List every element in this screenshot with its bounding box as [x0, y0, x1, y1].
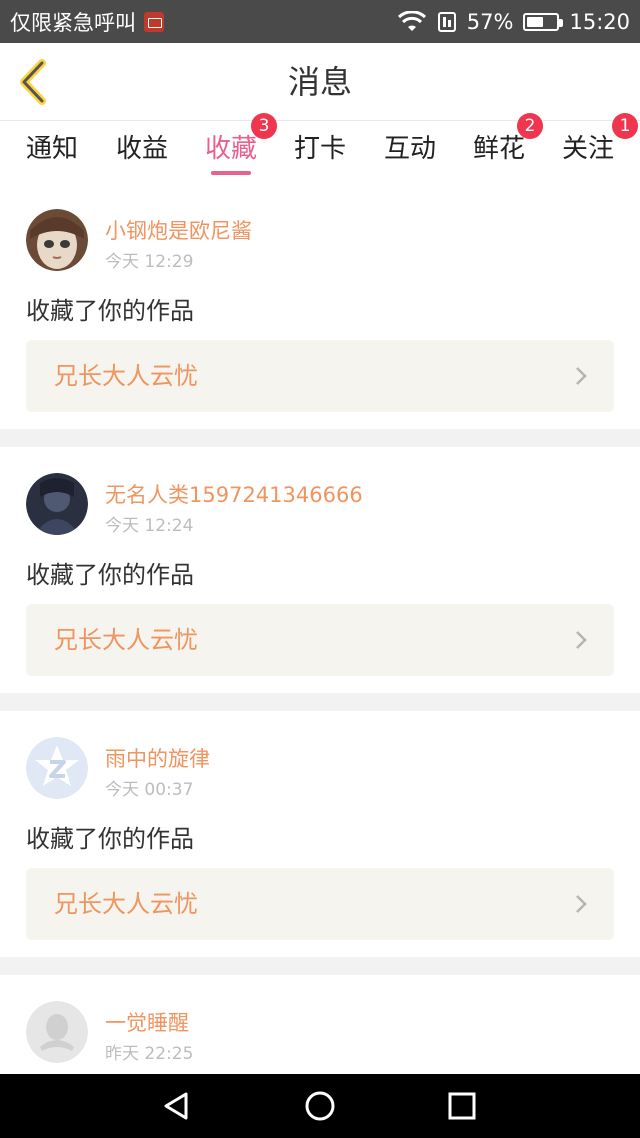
- back-triangle-icon[interactable]: [160, 1090, 192, 1122]
- username[interactable]: 一觉睡醒: [105, 1007, 189, 1037]
- tab-earnings[interactable]: 收益: [114, 121, 170, 183]
- tab-label: 收益: [115, 134, 168, 164]
- tab-favorites[interactable]: 收藏 3: [203, 113, 277, 183]
- username[interactable]: 雨中的旋律: [105, 743, 210, 773]
- chevron-right-icon: [576, 367, 587, 385]
- list-item: 无名人类1597241346666 今天 12:24 收藏了你的作品 兄长大人云…: [0, 447, 640, 693]
- sim-status-icon: [437, 11, 456, 32]
- tab-flowers[interactable]: 鲜花 2: [471, 113, 543, 183]
- avatar[interactable]: [26, 473, 88, 535]
- system-nav-bar: [0, 1074, 640, 1138]
- tab-label: 互动: [383, 134, 436, 164]
- tab-interaction[interactable]: 互动: [382, 121, 438, 183]
- action-text: 收藏了你的作品: [26, 297, 194, 325]
- work-link[interactable]: 兄长大人云忧: [26, 340, 614, 412]
- username[interactable]: 无名人类1597241346666: [105, 479, 363, 509]
- carrier-text: 仅限紧急呼叫: [10, 10, 136, 35]
- action-text: 收藏了你的作品: [26, 561, 194, 589]
- wifi-icon: [397, 10, 426, 31]
- tab-label: 打卡: [293, 134, 346, 164]
- battery-percent: 57%: [466, 9, 514, 34]
- action-text: 收藏了你的作品: [26, 825, 194, 853]
- work-title: 兄长大人云忧: [54, 890, 198, 918]
- list-item: 一觉睡醒 昨天 22:25: [0, 975, 640, 1075]
- tab-bar: 通知 收益 收藏 3 打卡 互动 鲜花 2 关注 1: [0, 113, 640, 183]
- tab-label: 鲜花: [472, 134, 525, 164]
- tab-badge: 3: [251, 113, 277, 139]
- tab-badge: 2: [517, 113, 543, 139]
- tab-label: 关注: [561, 134, 614, 164]
- avatar[interactable]: [26, 1001, 88, 1063]
- tab-badge: 1: [612, 113, 638, 139]
- header: 消息: [0, 43, 640, 121]
- tab-checkin[interactable]: 打卡: [292, 121, 348, 183]
- chevron-right-icon: [576, 631, 587, 649]
- list-item: 小钢炮是欧尼酱 今天 12:29 收藏了你的作品 兄长大人云忧: [0, 183, 640, 429]
- timestamp: 昨天 22:25: [105, 1044, 194, 1064]
- tab-label: 收藏: [204, 134, 257, 164]
- recents-square-icon[interactable]: [446, 1090, 478, 1122]
- list-item: 雨中的旋律 今天 00:37 收藏了你的作品 兄长大人云忧: [0, 711, 640, 957]
- work-link[interactable]: 兄长大人云忧: [26, 604, 614, 676]
- tab-notice[interactable]: 通知: [24, 121, 80, 183]
- avatar[interactable]: [26, 737, 88, 799]
- active-tab-indicator: [211, 171, 251, 175]
- status-bar: 仅限紧急呼叫 57% 15:20: [0, 0, 640, 43]
- username[interactable]: 小钢炮是欧尼酱: [105, 215, 252, 245]
- page-title: 消息: [287, 63, 352, 101]
- clock: 15:20: [569, 9, 630, 34]
- timestamp: 今天 12:29: [105, 252, 194, 272]
- tab-label: 通知: [25, 134, 78, 164]
- avatar[interactable]: [26, 209, 88, 271]
- work-title: 兄长大人云忧: [54, 362, 198, 390]
- home-circle-icon[interactable]: [304, 1090, 336, 1122]
- carrier-info: 仅限紧急呼叫: [10, 7, 164, 37]
- timestamp: 今天 12:24: [105, 516, 194, 536]
- sim-card-icon: [144, 11, 164, 32]
- work-title: 兄长大人云忧: [54, 626, 198, 654]
- timestamp: 今天 00:37: [105, 780, 194, 800]
- work-link[interactable]: 兄长大人云忧: [26, 868, 614, 940]
- chevron-right-icon: [576, 895, 587, 913]
- battery-icon: [523, 12, 564, 31]
- tab-follows[interactable]: 关注 1: [560, 113, 638, 183]
